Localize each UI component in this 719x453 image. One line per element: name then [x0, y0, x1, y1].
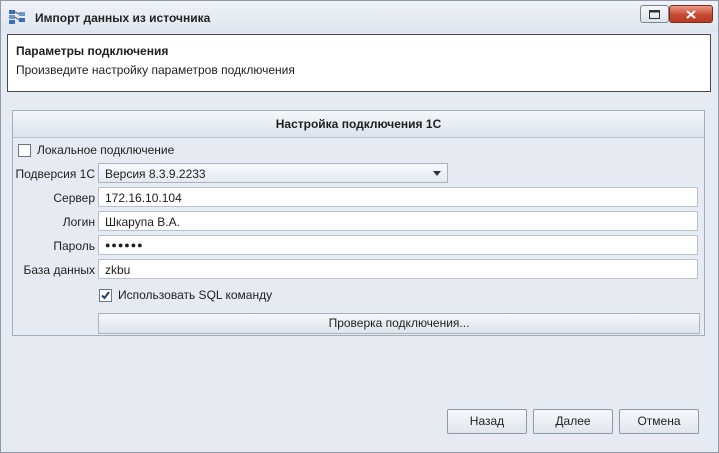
local-connection-checkbox[interactable]: [18, 144, 31, 157]
subversion-select[interactable]: Версия 8.3.9.2233: [98, 163, 448, 183]
server-label: Сервер: [53, 191, 95, 205]
close-button[interactable]: [669, 5, 713, 23]
check-icon: [101, 291, 110, 300]
restore-button[interactable]: [640, 5, 669, 23]
restore-icon: [649, 9, 660, 19]
page-subtitle: Произведите настройку параметров подключ…: [16, 63, 295, 77]
use-sql-label: Использовать SQL команду: [118, 288, 273, 302]
local-connection-label: Локальное подключение: [37, 143, 175, 157]
group-title: Настройка подключения 1С: [13, 111, 704, 138]
database-field[interactable]: zkbu: [98, 259, 698, 279]
connection-settings-group: Настройка подключения 1С Локальное подкл…: [12, 110, 705, 336]
login-field[interactable]: Шкарупа В.А.: [98, 211, 698, 231]
close-icon: [686, 9, 696, 19]
header-panel: Параметры подключения Произведите настро…: [7, 34, 711, 92]
subversion-label: Подверсия 1С: [15, 167, 96, 181]
test-connection-button[interactable]: Проверка подключения...: [98, 313, 700, 334]
password-label: Пароль: [53, 239, 95, 253]
back-button[interactable]: Назад: [447, 409, 527, 434]
window-title: Импорт данных из источника: [35, 11, 211, 25]
chevron-down-icon[interactable]: [433, 171, 441, 176]
database-label: База данных: [23, 263, 95, 277]
login-label: Логин: [62, 215, 95, 229]
server-field[interactable]: 172.16.10.104: [98, 187, 698, 207]
title-bar[interactable]: Импорт данных из источника: [1, 1, 718, 33]
import-dialog: Импорт данных из источника Параметры под…: [0, 0, 719, 453]
page-title: Параметры подключения: [16, 44, 169, 58]
subversion-value: Версия 8.3.9.2233: [105, 167, 206, 181]
cancel-button[interactable]: Отмена: [619, 409, 699, 434]
next-button[interactable]: Далее: [533, 409, 613, 434]
use-sql-checkbox[interactable]: [99, 289, 112, 302]
password-field[interactable]: ●●●●●●: [98, 235, 698, 255]
data-import-icon: [9, 10, 25, 24]
